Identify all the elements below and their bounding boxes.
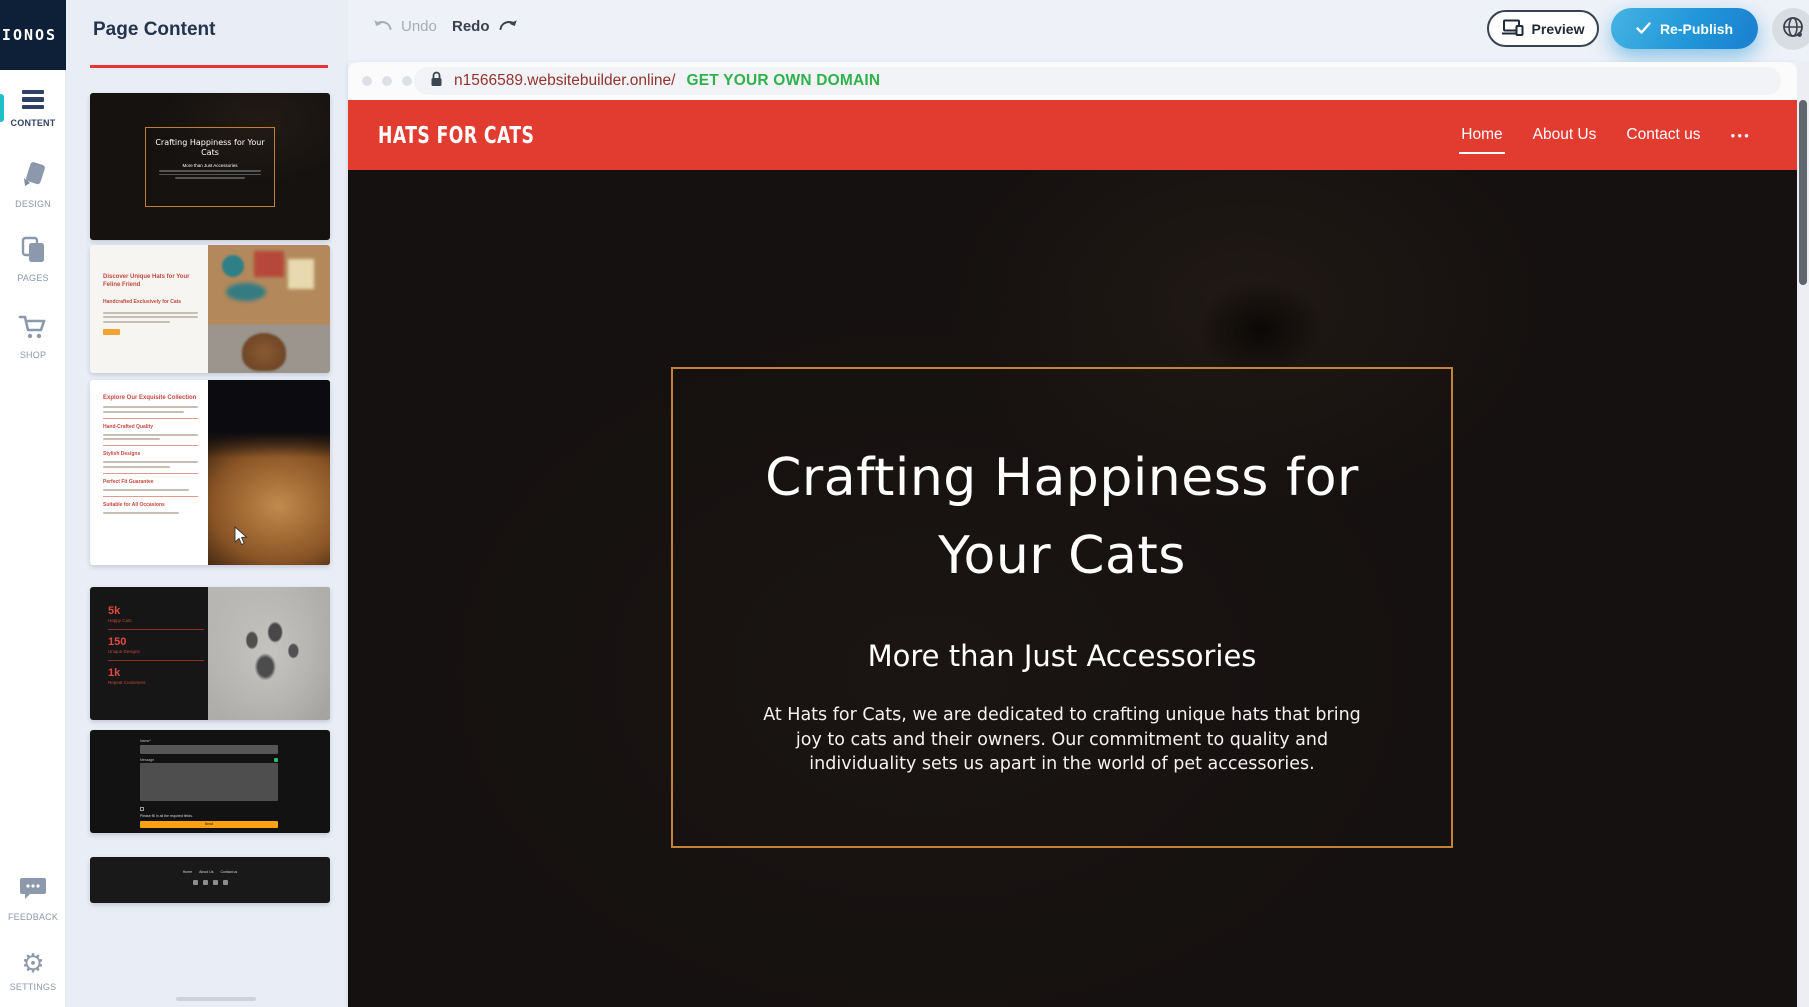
thumb-collection-photo [208, 380, 330, 565]
mouse-cursor [234, 526, 248, 551]
thumb-about-photo [208, 245, 330, 373]
section-thumb-stats[interactable]: 5k Happy Cats 150 Unique Designs 1k Repe… [90, 587, 330, 720]
active-indicator [0, 94, 4, 122]
app-root: IONOS CONTENT DESIGN PAGES SHOP [0, 0, 1809, 1007]
sidebar-item-settings[interactable]: ⚙ SETTINGS [0, 950, 66, 992]
site-brand[interactable]: HATS FOR CATS [378, 122, 534, 149]
sidebar-item-design[interactable]: DESIGN [0, 160, 66, 209]
design-swatch-icon [19, 160, 47, 195]
panel-scroll-hint [176, 997, 256, 1001]
preview-button[interactable]: Preview [1487, 10, 1599, 47]
panel-title: Page Content [93, 19, 215, 41]
hero-subtitle: More than Just Accessories [673, 639, 1451, 673]
browser-dots [362, 76, 412, 86]
ionos-logo[interactable]: IONOS [0, 0, 66, 70]
site-preview: n1566589.websitebuilder.online/ GET YOUR… [348, 62, 1797, 1007]
thumb-send-button: Send [140, 821, 278, 828]
page-content-panel: Page Content Crafting Happiness for Your… [66, 0, 348, 1007]
nav-more-menu[interactable]: ●●● [1731, 131, 1752, 140]
site-nav: Home About Us Contact us ●●● [1461, 100, 1751, 170]
hero-body: At Hats for Cats, we are dedicated to cr… [752, 703, 1372, 777]
hero-title: Crafting Happiness for Your Cats [673, 439, 1451, 595]
section-thumb-form[interactable]: Name* Message Please fill in all the req… [90, 730, 330, 833]
sidebar-item-content[interactable]: CONTENT [0, 90, 66, 128]
nav-contact[interactable]: Contact us [1626, 126, 1700, 144]
hero-editable-block[interactable]: Crafting Happiness for Your Cats More th… [671, 367, 1453, 848]
undo-icon [373, 17, 393, 36]
pages-icon [20, 236, 47, 269]
thumb-shop-button [103, 329, 120, 335]
language-globe-button[interactable] [1772, 8, 1809, 50]
sidebar-item-feedback[interactable]: FEEDBACK [0, 876, 66, 922]
undo-button[interactable]: Undo [373, 17, 437, 36]
shop-cart-icon [18, 313, 48, 346]
nav-about[interactable]: About Us [1533, 126, 1597, 144]
settings-gear-icon: ⚙ [21, 950, 44, 978]
emoji-icon [274, 758, 278, 762]
section-thumb-collection[interactable]: Explore Our Exquisite Collection Hand-Cr… [90, 380, 330, 565]
nav-home[interactable]: Home [1461, 126, 1502, 144]
thumb-social-icons [90, 880, 330, 885]
thumb-name-field [140, 745, 278, 754]
redo-button[interactable]: Redo [452, 17, 518, 36]
section-thumb-hero[interactable]: Crafting Happiness for Your Cats More th… [90, 93, 330, 240]
section-thumb-about[interactable]: Discover Unique Hats for Your Feline Fri… [90, 245, 330, 373]
check-icon [1636, 21, 1651, 37]
preview-scrollbar[interactable] [1797, 62, 1809, 1007]
url-bar: n1566589.websitebuilder.online/ GET YOUR… [414, 67, 1781, 95]
sidebar-item-pages[interactable]: PAGES [0, 236, 66, 283]
redo-icon [498, 17, 518, 36]
panel-title-underline [90, 65, 328, 68]
thumb-checkbox [140, 807, 144, 811]
republish-button[interactable]: Re-Publish [1611, 8, 1758, 49]
thumb-message-field [140, 763, 278, 801]
get-domain-link[interactable]: GET YOUR OWN DOMAIN [686, 72, 880, 90]
thumb-hero-box: Crafting Happiness for Your Cats More th… [145, 127, 275, 207]
globe-icon [1781, 15, 1805, 44]
feedback-bubble-icon [19, 876, 47, 908]
devices-icon [1502, 19, 1524, 39]
main-sidebar: IONOS CONTENT DESIGN PAGES SHOP [0, 0, 66, 1007]
site-header: HATS FOR CATS Home About Us Contact us ●… [348, 100, 1797, 170]
site-url[interactable]: n1566589.websitebuilder.online/ [454, 72, 675, 90]
lock-icon [430, 71, 443, 92]
scrollbar-thumb[interactable] [1799, 100, 1807, 285]
thumb-stats-photo [208, 587, 330, 720]
sidebar-item-shop[interactable]: SHOP [0, 313, 66, 360]
content-lines-icon [21, 90, 45, 114]
hero-section: Crafting Happiness for Your Cats More th… [348, 170, 1797, 1007]
browser-bar: n1566589.websitebuilder.online/ GET YOUR… [348, 62, 1797, 100]
section-thumb-footer[interactable]: Home About Us Contact us [90, 857, 330, 903]
